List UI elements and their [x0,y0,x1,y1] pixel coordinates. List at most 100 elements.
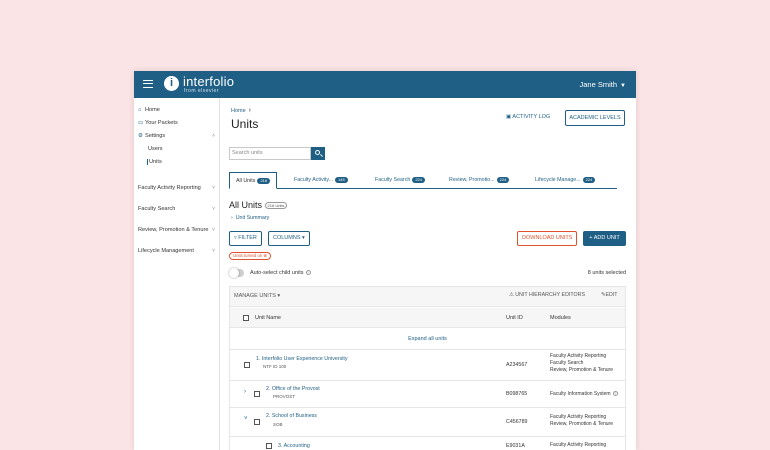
tab-label: Faculty Activity... [294,177,334,183]
add-unit-button[interactable]: + ADD UNIT [583,231,626,246]
hamburger-menu-icon[interactable] [143,80,153,88]
sidebar-item-label: Settings [145,133,166,139]
tab-review-promotion[interactable]: Review, Promotio... 224 [449,172,510,189]
tab-faculty-activity[interactable]: Faculty Activity... 145 [294,172,348,189]
table-row: › 2. Office of the Provost PROVOST B0987… [230,381,625,408]
unit-modules: Faculty Activity Reporting [550,442,606,449]
unit-id: C456789 [506,419,528,425]
unit-code: PROVOST [273,394,296,399]
section-title: All Units 216 Units [229,200,288,210]
sidebar-item-packets[interactable]: ▭ Your Packets [138,120,178,126]
unit-name-link[interactable]: 2. Office of the Provost [266,386,320,392]
tab-label: All Units [236,178,256,184]
tab-count-badge: 145 [335,176,348,183]
tab-count-badge: 224 [496,176,510,183]
unit-id: B098765 [506,391,528,397]
sidebar-item-settings[interactable]: ⚙ Settings [138,133,165,139]
sidebar-item-units[interactable]: Units [147,159,162,165]
academic-levels-button[interactable]: ACADEMIC LEVELS [565,110,625,126]
auto-select-text: Auto-select child units [250,270,304,276]
expand-all-link[interactable]: Expand all units [230,328,625,350]
close-icon[interactable]: ⊗ [262,253,267,258]
select-all-checkbox[interactable] [243,315,249,321]
sidebar-item-label: Units [149,159,162,165]
tab-lifecycle[interactable]: Lifecycle Manage... 224 [535,172,596,189]
edit-button[interactable]: ✎EDIT [601,292,618,298]
hierarchy-editors-label: UNIT HIERARCHY EDITORS [515,292,585,298]
search-input[interactable]: Search units [229,147,311,160]
row-checkbox[interactable] [254,391,260,397]
logo-icon: i [164,76,179,91]
filter-chip-label: Units turned on [233,253,263,258]
user-menu[interactable]: Jane Smith ▼ [580,80,626,89]
sidebar-item-label: Your Packets [145,120,178,126]
module-item: Faculty Activity Reporting [550,442,607,448]
unit-summary-link[interactable]: › Unit Summary [231,215,269,221]
search-icon [315,150,320,155]
breadcrumb-home[interactable]: Home [231,108,246,114]
sidebar-section-far[interactable]: Faculty Activity Reporting [138,185,201,191]
chevron-down-icon[interactable]: ˅ [212,206,215,212]
download-units-button[interactable]: DOWNLOAD UNITS [517,231,578,246]
page-title: Units [231,117,259,131]
breadcrumb: Home › [231,107,251,114]
activity-log-label: ACTIVITY LOG [512,114,551,120]
unit-name-link[interactable]: 3. Accounting [278,443,310,449]
sidebar-section-lifecycle[interactable]: Lifecycle Management [138,248,194,254]
tab-count-badge: 224 [412,176,426,183]
unit-modules: Faculty Activity Reporting Faculty Searc… [550,353,613,374]
table-row: 3. Accounting E9031A Faculty Activity Re… [230,437,625,450]
module-item: Review, Promotion & Tenure [550,421,613,427]
sidebar-section-rpt[interactable]: Review, Promotion & Tenure [138,227,208,233]
tab-faculty-search[interactable]: Faculty Search 224 [375,172,426,189]
caret-down-icon: ▼ [620,83,626,89]
chevron-down-icon[interactable]: ˅ [212,248,215,254]
sidebar-section-search[interactable]: Faculty Search [138,206,175,212]
row-checkbox[interactable] [254,419,260,425]
unit-name-link[interactable]: 1. Interfolio User Experience University [256,356,348,362]
activity-log-button[interactable]: ▣ ACTIVITY LOG [506,114,550,120]
module-item: Faculty Activity Reporting [550,414,607,420]
unit-count-badge: 216 Units [264,202,288,210]
caret-down-icon: ▾ [275,293,281,299]
tab-all-units[interactable]: All Units 216 [229,172,278,189]
unit-name-link[interactable]: 2. School of Business [266,413,317,419]
unit-id: A234567 [506,362,528,368]
auto-select-toggle[interactable] [229,268,244,278]
filter-button[interactable]: ▿ FILTER [229,231,262,246]
packet-icon: ▭ [138,120,144,126]
module-item: Review, Promotion & Tenure [550,367,613,373]
module-item: Faculty Search [550,360,584,366]
main-content: Home › Units ▣ ACTIVITY LOG ACADEMIC LEVE… [221,98,636,450]
table-row: 1. Interfolio User Experience University… [230,350,625,381]
table-header: Unit Name Unit ID Modules [230,308,625,328]
column-modules[interactable]: Modules [550,315,571,321]
filter-chip[interactable]: Units turned on ⊗ [229,252,271,260]
unit-modules: Faculty Activity Reporting Review, Promo… [550,414,613,428]
search-button[interactable] [311,147,325,160]
chevron-right-icon[interactable]: › [244,389,246,395]
home-icon: ⌂ [138,107,142,113]
chevron-down-icon[interactable]: ˅ [212,227,215,233]
units-table: MANAGE UNITS ▾ ⚠ UNIT HIERARCHY EDITORS … [229,286,626,450]
column-unit-id[interactable]: Unit ID [506,315,523,321]
sidebar-item-users[interactable]: Users [148,146,163,152]
unit-code: NTF ID 100 [263,364,287,369]
hierarchy-editors-button[interactable]: ⚠ UNIT HIERARCHY EDITORS [509,292,585,298]
sidebar-item-home[interactable]: ⌂ Home [138,107,160,113]
info-icon[interactable]: ? [612,391,618,396]
manage-units-menu[interactable]: MANAGE UNITS ▾ [234,293,280,299]
tab-label: Faculty Search [375,177,411,183]
chevron-down-icon[interactable]: ˅ [212,185,215,191]
row-checkbox[interactable] [266,443,272,449]
unit-id: E9031A [506,443,525,449]
table-row: ˅ 2. School of Business SOB C456789 Facu… [230,408,625,437]
row-checkbox[interactable] [244,362,250,368]
help-icon[interactable]: ? [305,270,311,275]
app-window: i interfolio from elsevier Jane Smith ▼ ⌂… [134,71,636,450]
unit-modules: Faculty Information System? [550,391,618,398]
chevron-down-icon[interactable]: ˅ [244,416,248,422]
column-unit-name[interactable]: Unit Name [255,315,281,321]
columns-button[interactable]: COLUMNS ▾ [268,231,310,246]
chevron-up-icon[interactable]: ˄ [212,133,215,139]
